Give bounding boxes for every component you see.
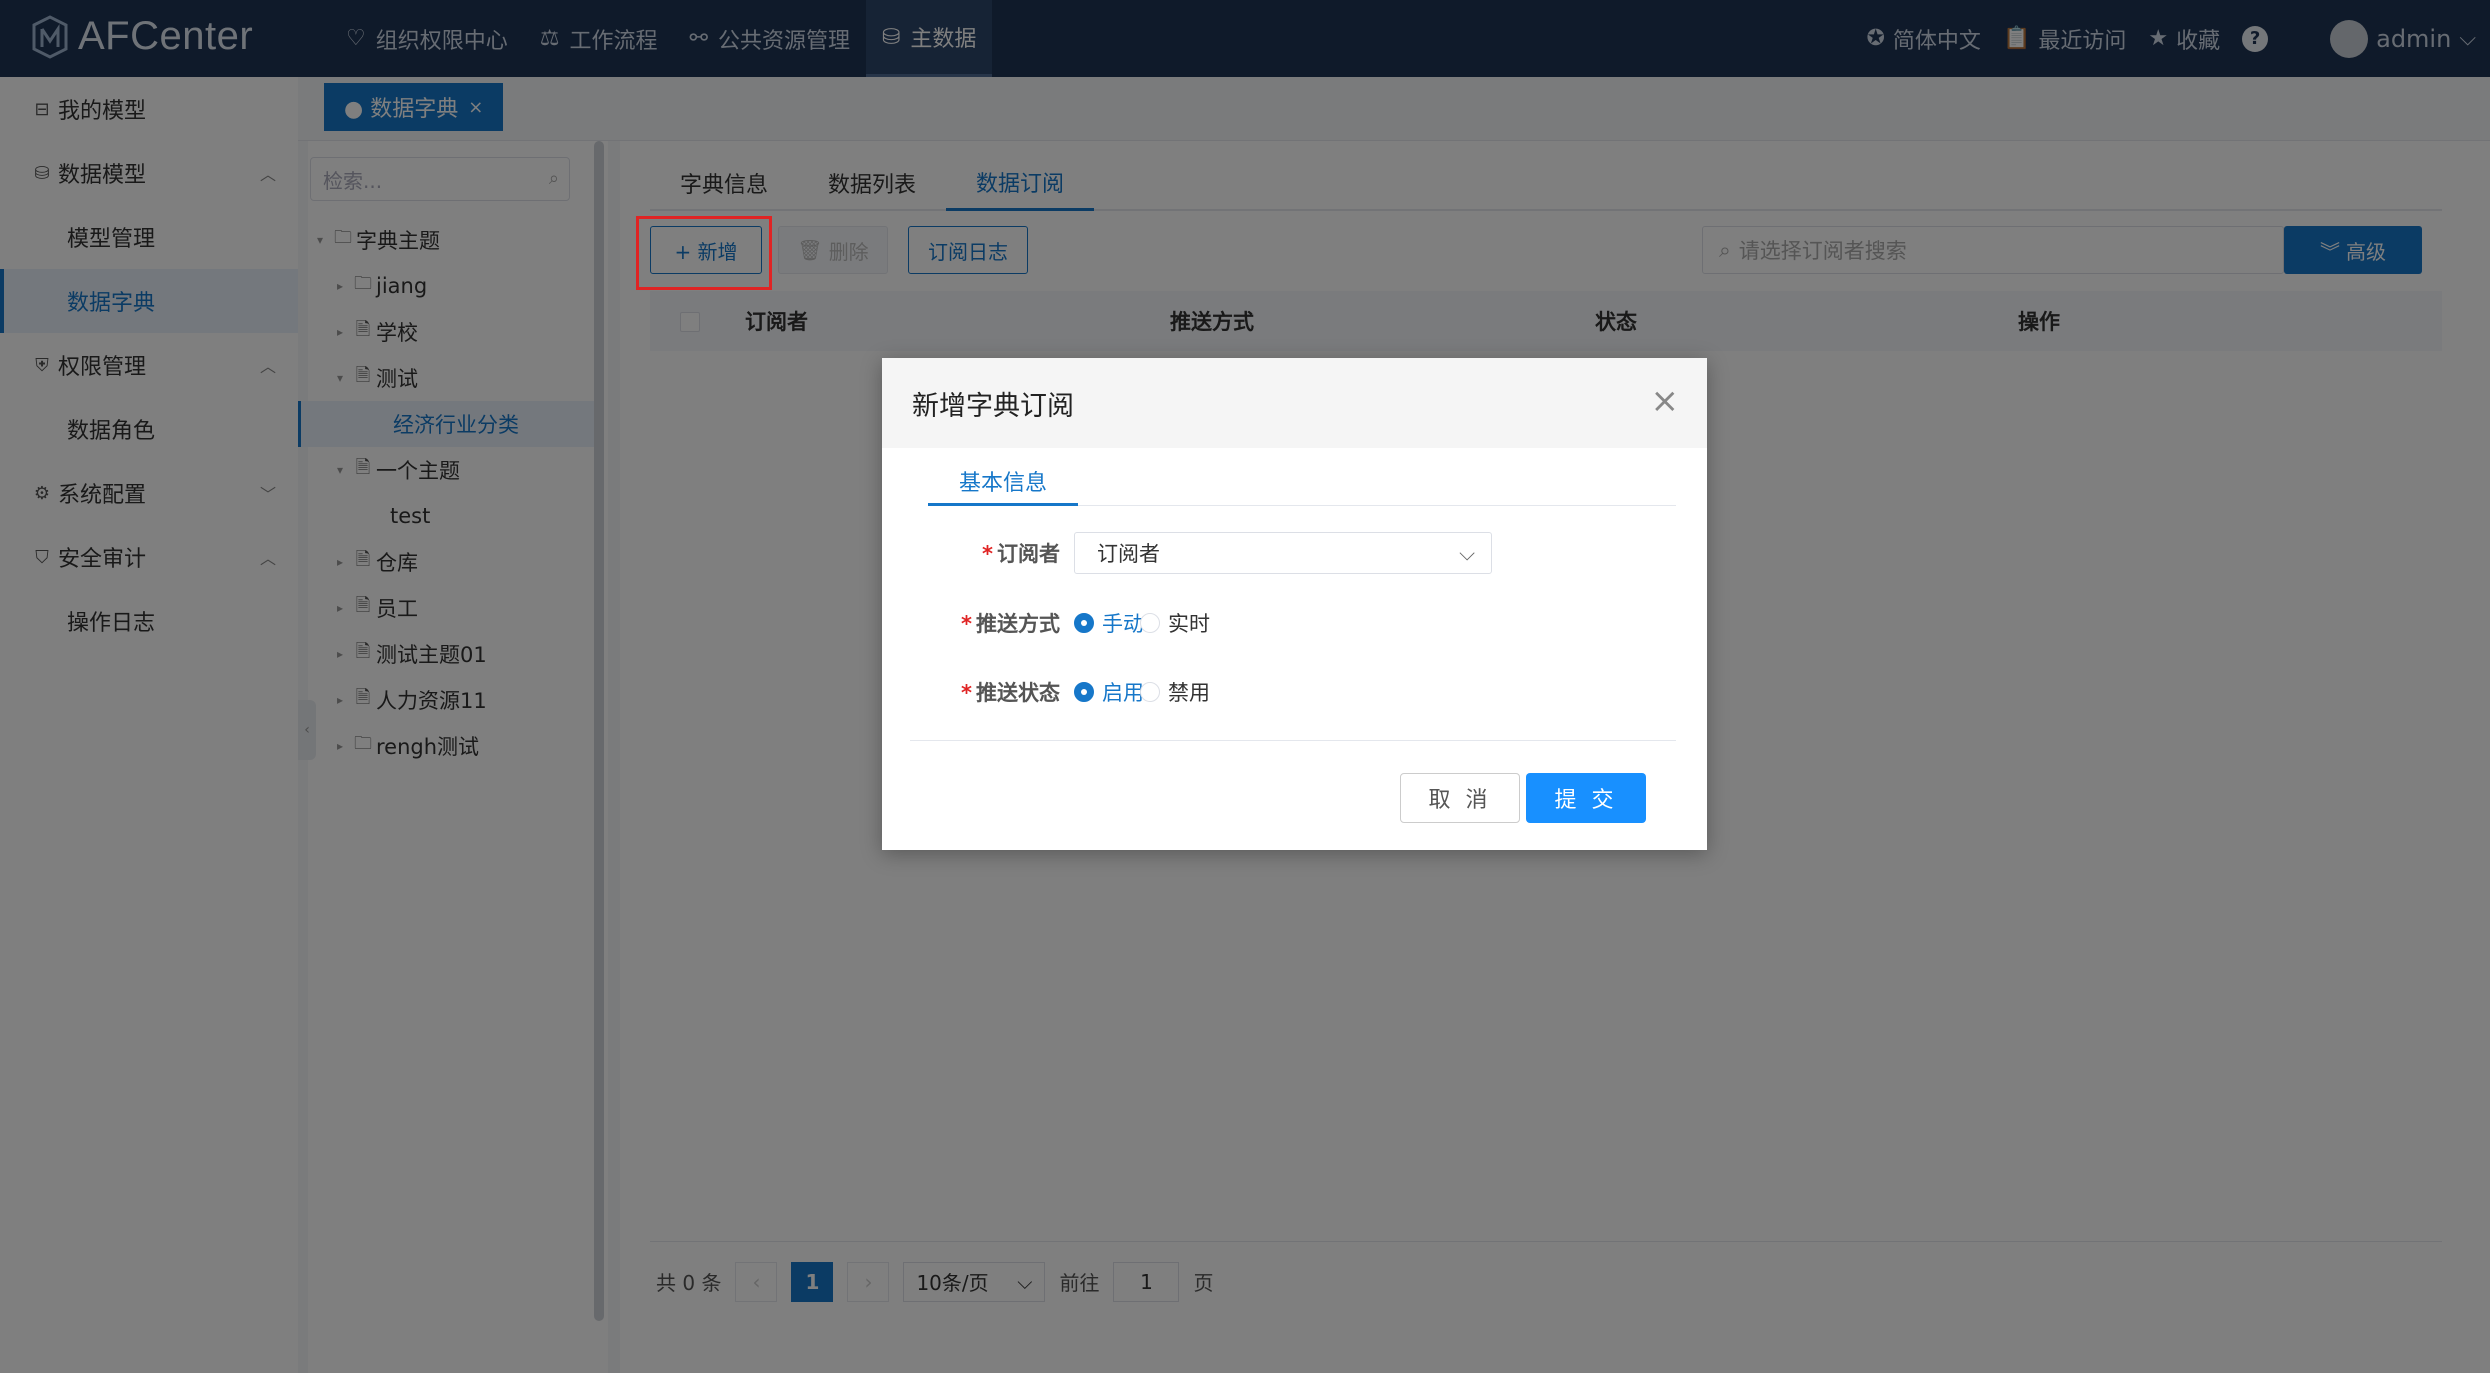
subscriber-label: * 订阅者 (982, 542, 1060, 566)
tab-basic-info[interactable]: 基本信息 (928, 458, 1078, 506)
radio-dot (1140, 682, 1160, 702)
radio-push-realtime[interactable]: 实时 (1140, 608, 1210, 638)
radio-dot-checked (1074, 613, 1094, 633)
submit-button[interactable]: 提 交 (1526, 773, 1646, 823)
radio-label: 启用 (1102, 681, 1144, 705)
subscriber-select-value: 订阅者 (1097, 542, 1160, 566)
chevron-down-icon: ⌵ (1459, 540, 1475, 565)
push-status-label: * 推送状态 (961, 681, 1060, 705)
add-subscription-dialog: 新增字典订阅 × 基本信息 * 订阅者 订阅者 ⌵ * 推送方式 手动 实时 * 推送… (882, 358, 1707, 850)
radio-status-disabled[interactable]: 禁用 (1140, 677, 1210, 707)
radio-label: 手动 (1102, 612, 1144, 636)
radio-dot-checked (1074, 682, 1094, 702)
close-icon[interactable]: × (1651, 384, 1680, 418)
radio-label: 禁用 (1168, 681, 1210, 705)
add-button-highlight (636, 216, 772, 290)
dialog-header: 新增字典订阅 × (882, 358, 1707, 448)
push-status-row: * 推送状态 启用 禁用 (882, 671, 1707, 713)
cancel-button[interactable]: 取 消 (1400, 773, 1520, 823)
subscriber-select[interactable]: 订阅者 ⌵ (1074, 532, 1492, 574)
subscriber-row: * 订阅者 订阅者 ⌵ (882, 532, 1707, 574)
push-method-label: * 推送方式 (961, 612, 1060, 636)
push-method-row: * 推送方式 手动 实时 (882, 602, 1707, 644)
dialog-tabs: 基本信息 (928, 458, 1676, 506)
dialog-title: 新增字典订阅 (912, 390, 1074, 422)
radio-status-enabled[interactable]: 启用 (1074, 677, 1144, 707)
dialog-divider (910, 740, 1676, 741)
radio-dot (1140, 613, 1160, 633)
radio-push-manual[interactable]: 手动 (1074, 608, 1144, 638)
radio-label: 实时 (1168, 612, 1210, 636)
